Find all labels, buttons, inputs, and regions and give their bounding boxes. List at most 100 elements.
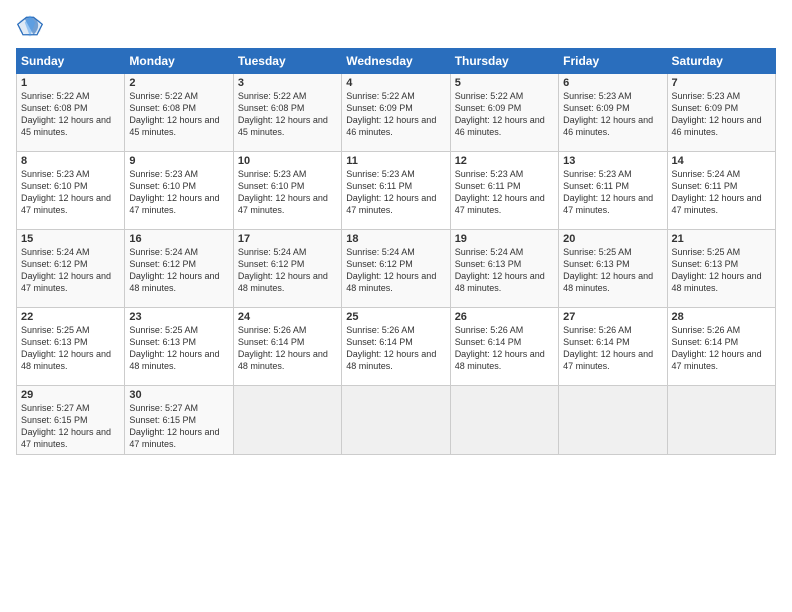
table-row [450,386,558,455]
col-saturday: Saturday [667,49,775,74]
day-info: Sunrise: 5:27 AM Sunset: 6:15 PM Dayligh… [21,402,120,451]
day-info: Sunrise: 5:26 AM Sunset: 6:14 PM Dayligh… [238,324,337,373]
day-info: Sunrise: 5:25 AM Sunset: 6:13 PM Dayligh… [563,246,662,295]
day-number: 12 [455,155,554,167]
day-info: Sunrise: 5:23 AM Sunset: 6:09 PM Dayligh… [672,90,771,139]
day-number: 23 [129,311,228,323]
day-number: 27 [563,311,662,323]
col-monday: Monday [125,49,233,74]
day-info: Sunrise: 5:24 AM Sunset: 6:12 PM Dayligh… [129,246,228,295]
calendar-table: Sunday Monday Tuesday Wednesday Thursday… [16,48,776,455]
day-info: Sunrise: 5:25 AM Sunset: 6:13 PM Dayligh… [672,246,771,295]
day-info: Sunrise: 5:26 AM Sunset: 6:14 PM Dayligh… [563,324,662,373]
day-info: Sunrise: 5:23 AM Sunset: 6:11 PM Dayligh… [346,168,445,217]
day-info: Sunrise: 5:24 AM Sunset: 6:11 PM Dayligh… [672,168,771,217]
day-number: 26 [455,311,554,323]
day-number: 8 [21,155,120,167]
day-info: Sunrise: 5:24 AM Sunset: 6:12 PM Dayligh… [238,246,337,295]
day-number: 17 [238,233,337,245]
table-row: 22Sunrise: 5:25 AM Sunset: 6:13 PM Dayli… [17,308,125,386]
table-row [559,386,667,455]
table-row: 8Sunrise: 5:23 AM Sunset: 6:10 PM Daylig… [17,152,125,230]
day-number: 15 [21,233,120,245]
table-row: 17Sunrise: 5:24 AM Sunset: 6:12 PM Dayli… [233,230,341,308]
table-row: 24Sunrise: 5:26 AM Sunset: 6:14 PM Dayli… [233,308,341,386]
day-number: 2 [129,77,228,89]
day-info: Sunrise: 5:23 AM Sunset: 6:10 PM Dayligh… [21,168,120,217]
table-row: 21Sunrise: 5:25 AM Sunset: 6:13 PM Dayli… [667,230,775,308]
table-row [667,386,775,455]
day-number: 10 [238,155,337,167]
table-row: 6Sunrise: 5:23 AM Sunset: 6:09 PM Daylig… [559,74,667,152]
table-row [342,386,450,455]
table-row: 14Sunrise: 5:24 AM Sunset: 6:11 PM Dayli… [667,152,775,230]
day-number: 9 [129,155,228,167]
day-number: 25 [346,311,445,323]
day-info: Sunrise: 5:23 AM Sunset: 6:11 PM Dayligh… [563,168,662,217]
table-row: 15Sunrise: 5:24 AM Sunset: 6:12 PM Dayli… [17,230,125,308]
day-info: Sunrise: 5:23 AM Sunset: 6:09 PM Dayligh… [563,90,662,139]
table-row: 12Sunrise: 5:23 AM Sunset: 6:11 PM Dayli… [450,152,558,230]
day-number: 21 [672,233,771,245]
day-number: 16 [129,233,228,245]
table-row: 19Sunrise: 5:24 AM Sunset: 6:13 PM Dayli… [450,230,558,308]
day-info: Sunrise: 5:22 AM Sunset: 6:09 PM Dayligh… [455,90,554,139]
table-row: 9Sunrise: 5:23 AM Sunset: 6:10 PM Daylig… [125,152,233,230]
table-row: 13Sunrise: 5:23 AM Sunset: 6:11 PM Dayli… [559,152,667,230]
day-info: Sunrise: 5:25 AM Sunset: 6:13 PM Dayligh… [129,324,228,373]
day-info: Sunrise: 5:26 AM Sunset: 6:14 PM Dayligh… [346,324,445,373]
calendar-header-row: Sunday Monday Tuesday Wednesday Thursday… [17,49,776,74]
day-number: 24 [238,311,337,323]
day-info: Sunrise: 5:24 AM Sunset: 6:12 PM Dayligh… [21,246,120,295]
day-number: 19 [455,233,554,245]
day-number: 7 [672,77,771,89]
day-number: 29 [21,389,120,401]
day-info: Sunrise: 5:24 AM Sunset: 6:13 PM Dayligh… [455,246,554,295]
table-row: 4Sunrise: 5:22 AM Sunset: 6:09 PM Daylig… [342,74,450,152]
day-number: 1 [21,77,120,89]
table-row: 25Sunrise: 5:26 AM Sunset: 6:14 PM Dayli… [342,308,450,386]
day-info: Sunrise: 5:23 AM Sunset: 6:11 PM Dayligh… [455,168,554,217]
table-row: 16Sunrise: 5:24 AM Sunset: 6:12 PM Dayli… [125,230,233,308]
col-sunday: Sunday [17,49,125,74]
col-thursday: Thursday [450,49,558,74]
day-info: Sunrise: 5:26 AM Sunset: 6:14 PM Dayligh… [672,324,771,373]
day-info: Sunrise: 5:24 AM Sunset: 6:12 PM Dayligh… [346,246,445,295]
table-row: 10Sunrise: 5:23 AM Sunset: 6:10 PM Dayli… [233,152,341,230]
table-row: 2Sunrise: 5:22 AM Sunset: 6:08 PM Daylig… [125,74,233,152]
day-info: Sunrise: 5:25 AM Sunset: 6:13 PM Dayligh… [21,324,120,373]
day-info: Sunrise: 5:27 AM Sunset: 6:15 PM Dayligh… [129,402,228,451]
day-number: 20 [563,233,662,245]
table-row: 3Sunrise: 5:22 AM Sunset: 6:08 PM Daylig… [233,74,341,152]
day-info: Sunrise: 5:22 AM Sunset: 6:09 PM Dayligh… [346,90,445,139]
table-row: 18Sunrise: 5:24 AM Sunset: 6:12 PM Dayli… [342,230,450,308]
table-row: 20Sunrise: 5:25 AM Sunset: 6:13 PM Dayli… [559,230,667,308]
table-row: 5Sunrise: 5:22 AM Sunset: 6:09 PM Daylig… [450,74,558,152]
table-row: 11Sunrise: 5:23 AM Sunset: 6:11 PM Dayli… [342,152,450,230]
col-tuesday: Tuesday [233,49,341,74]
day-number: 30 [129,389,228,401]
page-header [16,12,776,40]
table-row: 7Sunrise: 5:23 AM Sunset: 6:09 PM Daylig… [667,74,775,152]
logo [16,12,48,40]
day-number: 6 [563,77,662,89]
day-info: Sunrise: 5:22 AM Sunset: 6:08 PM Dayligh… [238,90,337,139]
day-info: Sunrise: 5:22 AM Sunset: 6:08 PM Dayligh… [21,90,120,139]
day-number: 4 [346,77,445,89]
day-number: 13 [563,155,662,167]
day-info: Sunrise: 5:23 AM Sunset: 6:10 PM Dayligh… [129,168,228,217]
table-row: 29Sunrise: 5:27 AM Sunset: 6:15 PM Dayli… [17,386,125,455]
day-info: Sunrise: 5:23 AM Sunset: 6:10 PM Dayligh… [238,168,337,217]
table-row: 1Sunrise: 5:22 AM Sunset: 6:08 PM Daylig… [17,74,125,152]
table-row: 30Sunrise: 5:27 AM Sunset: 6:15 PM Dayli… [125,386,233,455]
col-wednesday: Wednesday [342,49,450,74]
day-number: 22 [21,311,120,323]
day-info: Sunrise: 5:26 AM Sunset: 6:14 PM Dayligh… [455,324,554,373]
day-number: 11 [346,155,445,167]
day-number: 28 [672,311,771,323]
logo-icon [16,12,44,40]
table-row [233,386,341,455]
day-number: 3 [238,77,337,89]
calendar-page: Sunday Monday Tuesday Wednesday Thursday… [0,0,792,612]
day-number: 18 [346,233,445,245]
